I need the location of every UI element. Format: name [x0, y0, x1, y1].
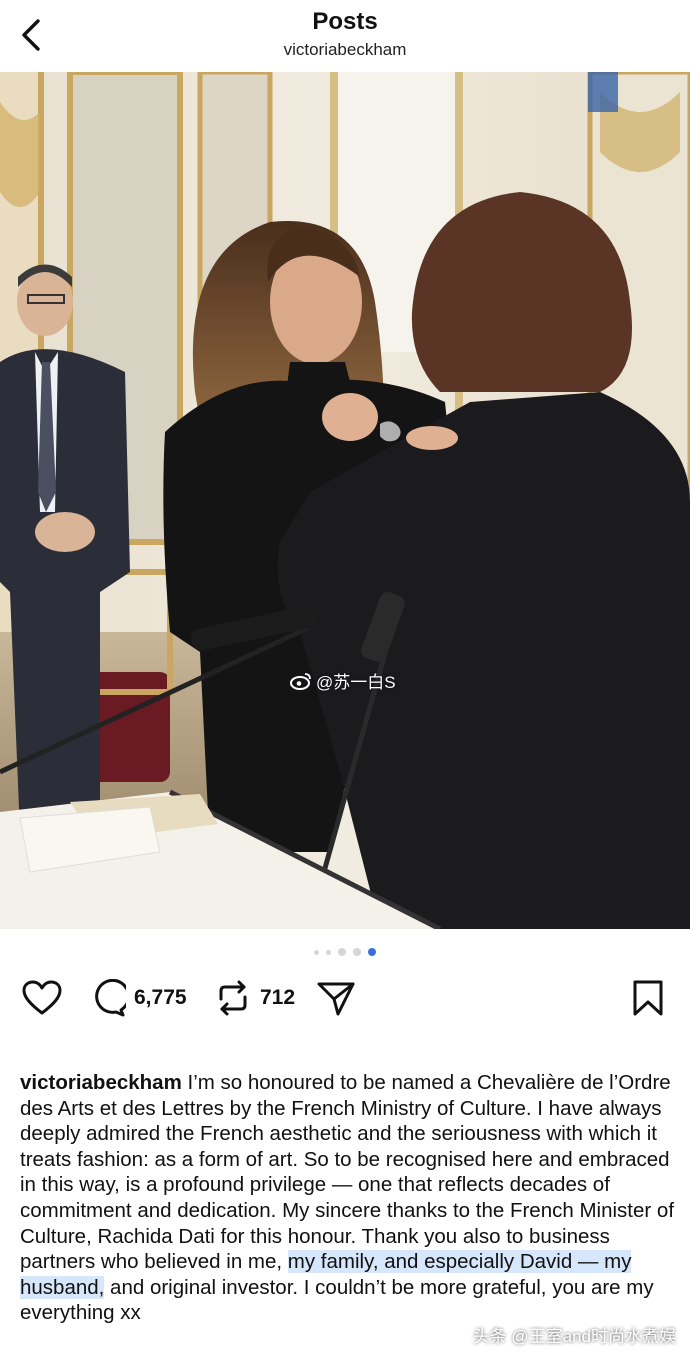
watermark-text: @苏一白S [316, 673, 396, 692]
carousel-dot[interactable] [353, 948, 361, 956]
send-icon [317, 982, 355, 1016]
page-title: Posts [312, 8, 378, 35]
weibo-icon [290, 672, 311, 690]
bookmark-icon [633, 980, 663, 1016]
carousel-dot[interactable] [338, 948, 346, 956]
post-caption: victoriabeckham I’m so honoured to be na… [20, 1070, 680, 1326]
repost-icon [219, 980, 247, 1016]
repost-button[interactable]: 712 [214, 972, 295, 1024]
comment-button[interactable]: 6,775 [88, 972, 187, 1024]
comment-count: 6,775 [134, 986, 187, 1009]
carousel-indicator [0, 948, 690, 956]
caption-text: I’m so honoured to be named a Chevalière… [20, 1071, 675, 1274]
carousel-dot[interactable] [326, 949, 331, 955]
share-button[interactable] [316, 972, 356, 1024]
like-button[interactable] [22, 972, 62, 1024]
top-bar: Posts victoriabeckham [0, 0, 690, 72]
caption-text-end: and original investor. I couldn’t be mor… [20, 1275, 654, 1325]
heart-icon [22, 980, 62, 1015]
action-bar: 6,775 712 [0, 972, 690, 1024]
post-photo[interactable]: @苏一白S [0, 72, 690, 929]
carousel-dot-active[interactable] [368, 948, 376, 956]
photo-watermark: @苏一白S [290, 668, 396, 693]
source-watermark: 头条 @王室and时尚水煮娱 [472, 1327, 676, 1346]
header-username[interactable]: victoriabeckham [0, 40, 690, 60]
carousel-dot[interactable] [314, 949, 319, 955]
caption-username[interactable]: victoriabeckham [20, 1071, 182, 1094]
repost-count: 712 [260, 986, 296, 1009]
comment-icon [95, 979, 126, 1017]
save-button[interactable] [630, 972, 666, 1024]
